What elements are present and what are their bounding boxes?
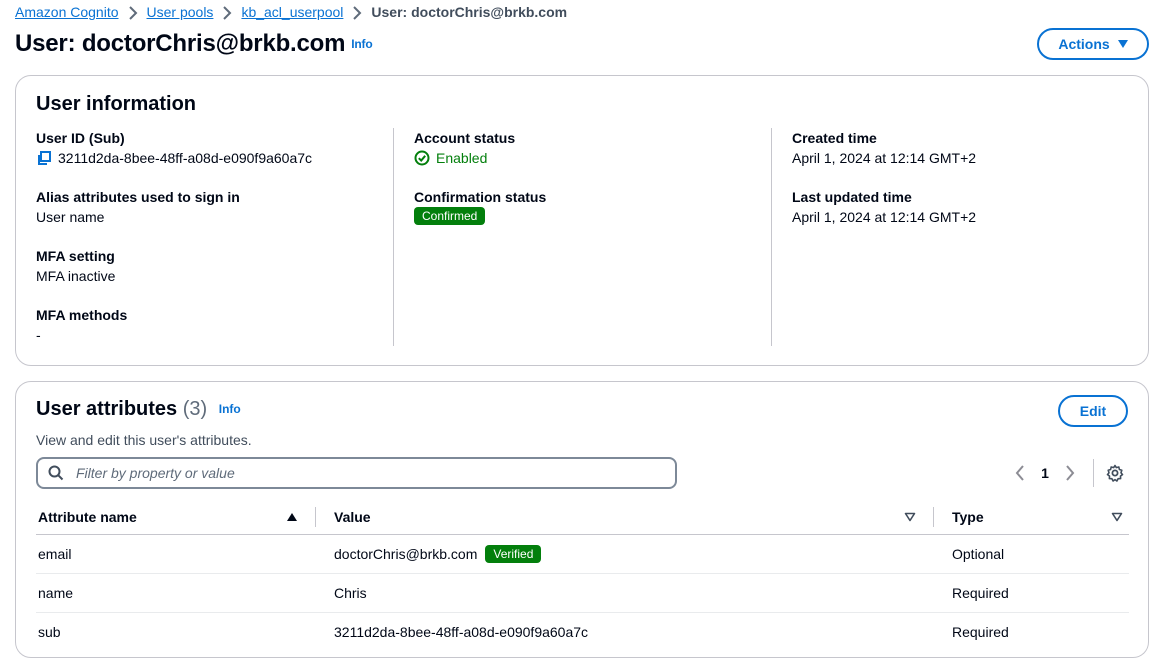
attribute-type-cell: Optional [934, 534, 1129, 574]
column-type-label: Type [952, 508, 984, 525]
user-information-panel: User information User ID (Sub) 3211d2da-… [15, 75, 1149, 366]
mfa-methods-value: - [36, 327, 41, 343]
check-circle-icon [414, 150, 430, 166]
confirmed-badge: Confirmed [414, 207, 486, 225]
verified-badge: Verified [485, 544, 542, 563]
account-status-field: Account status Enabled [414, 128, 771, 187]
created-time-field: Created time April 1, 2024 at 12:14 GMT+… [792, 128, 1132, 187]
table-header-row: Attribute name Value Type [36, 500, 1129, 535]
user-attributes-panel: User attributes (3) Info View and edit t… [15, 381, 1149, 658]
pagination: 1 [1007, 459, 1128, 487]
actions-label: Actions [1058, 36, 1110, 52]
confirmation-status-field: Confirmation status Confirmed [414, 187, 771, 246]
attribute-type-cell: Required [934, 573, 1129, 613]
alias-label: Alias attributes used to sign in [36, 189, 240, 205]
created-time-label: Created time [792, 130, 877, 146]
updated-time-field: Last updated time April 1, 2024 at 12:14… [792, 187, 1132, 246]
chevron-right-icon [343, 4, 371, 20]
chevron-right-icon [213, 4, 241, 20]
breadcrumb-user-pools[interactable]: User pools [147, 4, 214, 20]
copy-icon[interactable] [36, 150, 52, 166]
attributes-title-text: User attributes [36, 398, 178, 420]
table-row: email doctorChris@brkb.com Verified Opti… [36, 534, 1129, 574]
account-status-label: Account status [414, 130, 516, 146]
updated-time-label: Last updated time [792, 189, 912, 205]
attributes-description: View and edit this user's attributes. [36, 432, 252, 448]
mfa-methods-label: MFA methods [36, 307, 128, 323]
column-value-label: Value [334, 508, 371, 525]
user-attributes-title: User attributes (3) Info [36, 398, 241, 421]
header-info-link[interactable]: Info [351, 37, 372, 51]
mfa-methods-field: MFA methods - [36, 305, 393, 364]
account-status-value: Enabled [436, 150, 488, 166]
attribute-name-cell: name [36, 573, 316, 613]
edit-button[interactable]: Edit [1058, 395, 1128, 427]
mfa-setting-field: MFA setting MFA inactive [36, 246, 393, 305]
user-id-label: User ID (Sub) [36, 130, 125, 146]
attribute-value-text: doctorChris@brkb.com [334, 545, 478, 562]
column-header-type[interactable]: Type [934, 500, 1129, 535]
filter-input[interactable] [74, 464, 654, 482]
breadcrumb-current: User: doctorChris@brkb.com [371, 4, 568, 20]
sort-ascending-icon[interactable] [286, 512, 298, 522]
user-id-value: 3211d2da-8bee-48ff-a08d-e090f9a60a7c [58, 150, 313, 166]
sort-icon[interactable] [904, 512, 916, 522]
info-column-3: Created time April 1, 2024 at 12:14 GMT+… [792, 128, 1132, 346]
attributes-count: (3) [182, 398, 208, 420]
previous-page-icon[interactable] [1007, 460, 1033, 486]
breadcrumb-userpool[interactable]: kb_acl_userpool [241, 4, 343, 20]
breadcrumb: Amazon Cognito User pools kb_acl_userpoo… [15, 2, 567, 22]
actions-button[interactable]: Actions [1037, 28, 1149, 60]
column-header-attribute-name[interactable]: Attribute name [36, 500, 316, 535]
attribute-type-cell: Required [952, 623, 1009, 640]
user-id-field: User ID (Sub) 3211d2da-8bee-48ff-a08d-e0… [36, 128, 393, 187]
gear-icon[interactable] [1102, 460, 1128, 486]
chevron-right-icon [119, 4, 147, 20]
sort-icon[interactable] [1111, 512, 1123, 522]
attributes-table: Attribute name Value Type email doctorCh… [36, 500, 1129, 651]
attribute-name-cell: sub [38, 623, 61, 640]
pager-divider [1093, 459, 1094, 487]
confirmation-status-label: Confirmation status [414, 189, 547, 205]
caret-down-icon [1117, 40, 1128, 48]
page-title: User: doctorChris@brkb.com Info [15, 30, 373, 58]
column-header-value[interactable]: Value [316, 500, 934, 535]
attribute-name-cell: email [36, 534, 316, 574]
filter-box [36, 457, 677, 489]
next-page-icon[interactable] [1057, 460, 1083, 486]
alias-field: Alias attributes used to sign in User na… [36, 187, 393, 246]
alias-value: User name [36, 209, 105, 225]
page-number[interactable]: 1 [1033, 465, 1057, 481]
table-row: sub 3211d2da-8bee-48ff-a08d-e090f9a60a7c… [36, 612, 1129, 651]
attribute-value-cell: doctorChris@brkb.com Verified [316, 534, 934, 574]
user-information-title: User information [36, 93, 197, 115]
attributes-info-link[interactable]: Info [219, 402, 241, 416]
column-attribute-name-label: Attribute name [38, 508, 137, 525]
updated-time-value: April 1, 2024 at 12:14 GMT+2 [792, 209, 977, 225]
attribute-value-cell: Chris [316, 573, 934, 613]
attribute-value-cell: 3211d2da-8bee-48ff-a08d-e090f9a60a7c [334, 623, 589, 640]
breadcrumb-amazon-cognito[interactable]: Amazon Cognito [15, 4, 119, 20]
info-column-2: Account status Enabled Confirmation stat… [414, 128, 772, 346]
info-column-1: User ID (Sub) 3211d2da-8bee-48ff-a08d-e0… [36, 128, 394, 346]
search-icon [48, 465, 64, 481]
mfa-setting-value: MFA inactive [36, 268, 116, 284]
created-time-value: April 1, 2024 at 12:14 GMT+2 [792, 150, 977, 166]
table-row: name Chris Required [36, 573, 1129, 613]
mfa-setting-label: MFA setting [36, 248, 115, 264]
page-title-text: User: doctorChris@brkb.com [15, 30, 346, 57]
